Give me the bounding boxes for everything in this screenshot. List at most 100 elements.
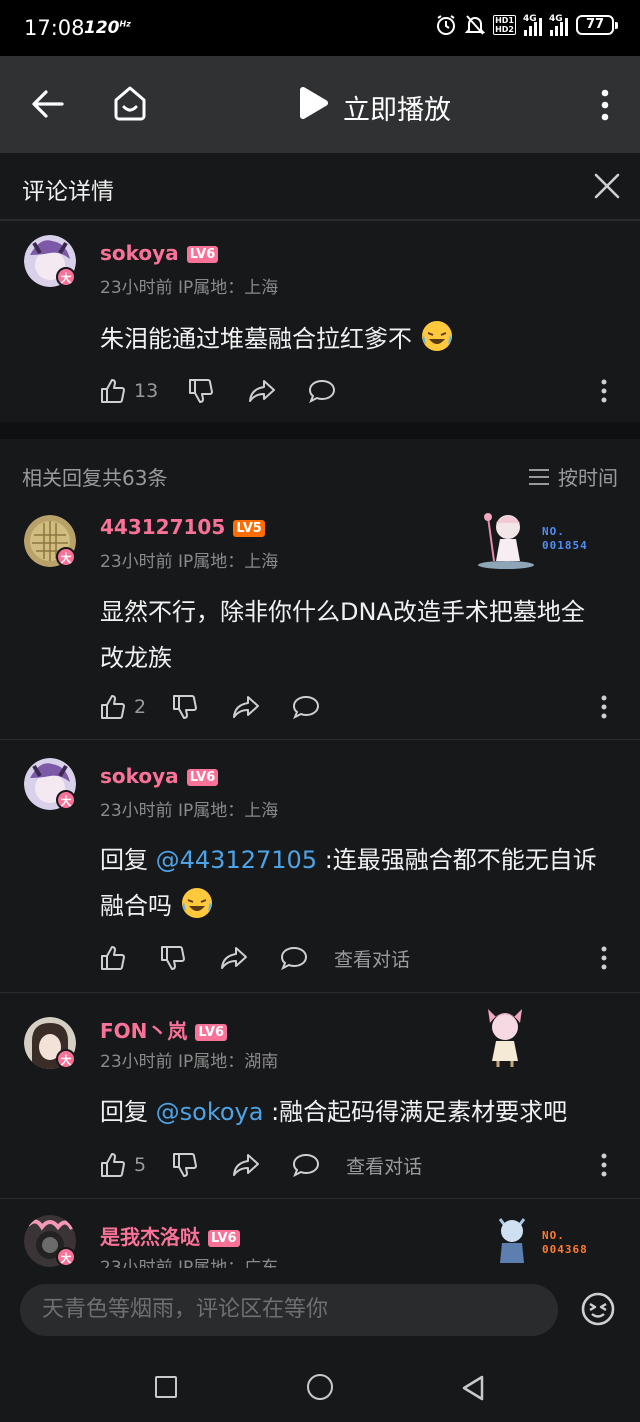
- like-count: 13: [134, 380, 159, 402]
- mute-bell-icon: [465, 15, 486, 35]
- vip-badge: 大: [56, 267, 76, 287]
- dislike-button[interactable]: [188, 378, 214, 404]
- avatar[interactable]: 大: [24, 515, 76, 567]
- more-options-icon[interactable]: [598, 695, 610, 719]
- comment-meta: 23小时前 IP属地：上海: [100, 552, 279, 572]
- signal-icon-2: 4G: [549, 14, 568, 36]
- comment-actions: 5 查看对话: [100, 1149, 422, 1181]
- share-button[interactable]: [232, 694, 260, 720]
- sort-lines-icon: [529, 468, 549, 485]
- fan-badge-character-icon: [478, 513, 534, 569]
- reply-item: 大 443127105 LV5 23小时前 IP属地：上海 NO. 001854 …: [0, 509, 640, 739]
- fan-badge-character-icon: [488, 1009, 522, 1067]
- status-icons: HD1 HD2 4G 4G 77: [435, 14, 618, 36]
- comment-actions: 13: [100, 375, 336, 407]
- mention-link[interactable]: @sokoya: [156, 1098, 264, 1126]
- more-options-icon[interactable]: [598, 946, 610, 970]
- alarm-icon: [437, 15, 456, 35]
- reply-count: 相关回复共63条: [22, 466, 168, 490]
- hd-icon: HD1 HD2: [493, 15, 516, 35]
- vip-badge: 大: [56, 790, 76, 810]
- comment-input[interactable]: 天青色等烟雨，评论区在等你: [20, 1284, 558, 1336]
- avatar[interactable]: 大: [24, 758, 76, 810]
- thumbs-up-icon: [101, 695, 125, 719]
- level-badge: LV6: [208, 1230, 240, 1247]
- more-vertical-icon[interactable]: [598, 88, 612, 122]
- comment-meta: 23小时前 IP属地：上海: [100, 801, 279, 821]
- comment-meta: 23小时前 IP属地：湖南: [100, 1052, 279, 1072]
- emoji-picker-icon[interactable]: [580, 1291, 616, 1327]
- comment-bubble-icon: [309, 379, 336, 404]
- like-count: 2: [134, 696, 147, 718]
- more-options-icon[interactable]: [598, 379, 610, 403]
- username[interactable]: sokoya LV6: [100, 241, 219, 265]
- vip-badge: 大: [56, 1049, 76, 1069]
- sort-label: 按时间: [558, 466, 618, 490]
- comment-actions: 2: [100, 691, 320, 723]
- comment-text: 回复 @443127105 :连最强融合都不能无自诉 融合吗: [100, 846, 597, 920]
- mention-link[interactable]: @443127105: [156, 846, 317, 874]
- refresh-rate: 120Hz: [84, 18, 131, 38]
- username[interactable]: 是我杰洛哒 LV6: [100, 1221, 240, 1250]
- share-icon: [221, 947, 247, 969]
- username[interactable]: FON丶岚 LV6: [100, 1015, 228, 1044]
- play-icon[interactable]: [296, 86, 330, 122]
- section-separator: [0, 422, 640, 439]
- share-button[interactable]: [220, 945, 248, 971]
- top-nav: 立即播放: [0, 56, 640, 153]
- dislike-button[interactable]: [172, 1152, 198, 1178]
- comment-text: 显然不行，除非你什么DNA改造手术把墓地全 改龙族: [100, 598, 585, 672]
- username[interactable]: sokoya LV6: [100, 764, 219, 788]
- reply-button[interactable]: [292, 1152, 320, 1178]
- dislike-button[interactable]: [172, 694, 198, 720]
- dislike-button[interactable]: [160, 945, 186, 971]
- root-comment: 大 sokoya LV6 23小时前 IP属地：上海 朱泪能通过堆墓融合拉红爹不 …: [0, 221, 640, 422]
- avatar[interactable]: 大: [24, 1215, 76, 1267]
- back-triangle-icon[interactable]: [461, 1374, 485, 1402]
- reply-button[interactable]: [280, 945, 308, 971]
- reply-button[interactable]: [292, 694, 320, 720]
- thumbs-down-icon: [189, 379, 214, 403]
- recent-apps-button[interactable]: [155, 1376, 177, 1398]
- status-time: 17:08: [24, 16, 85, 40]
- level-badge: LV6: [186, 246, 219, 263]
- level-badge: LV6: [195, 1024, 228, 1041]
- reply-button[interactable]: [308, 378, 336, 404]
- like-button[interactable]: 5: [100, 1152, 146, 1178]
- comment-bubble-icon: [293, 695, 320, 720]
- like-count: 5: [134, 1154, 147, 1176]
- sort-button[interactable]: 按时间: [528, 462, 618, 491]
- back-arrow-icon[interactable]: [30, 86, 66, 122]
- comment-actions: 查看对话: [100, 942, 410, 974]
- thumbs-down-icon: [161, 946, 185, 970]
- home-button[interactable]: [307, 1374, 333, 1400]
- reply-item: 大 是我杰洛哒 LV6 23小时前 IP属地：广东 NO. 004368: [0, 1199, 640, 1268]
- fan-badge-character-icon: [498, 1218, 526, 1263]
- share-icon: [249, 380, 276, 402]
- vip-badge: 大: [56, 1247, 76, 1267]
- comment-text: 回复 @sokoya :融合起码得满足素材要求吧: [100, 1098, 568, 1126]
- fan-badge-number: NO. 001854: [542, 525, 588, 552]
- like-button[interactable]: 13: [100, 378, 158, 404]
- close-icon[interactable]: [593, 172, 621, 200]
- thumbs-up-icon: [101, 946, 125, 970]
- fan-badge-number: NO. 004368: [542, 1229, 588, 1256]
- view-conversation-link[interactable]: 查看对话: [346, 1152, 422, 1179]
- avatar[interactable]: 大: [24, 235, 76, 287]
- like-button[interactable]: 2: [100, 694, 146, 720]
- share-button[interactable]: [232, 1152, 260, 1178]
- share-button[interactable]: [248, 378, 276, 404]
- signal-icon-1: 4G: [523, 14, 542, 36]
- view-conversation-link[interactable]: 查看对话: [334, 945, 410, 972]
- share-icon: [233, 1154, 260, 1176]
- comment-meta: 23小时前 IP属地：上海: [100, 278, 279, 298]
- like-button[interactable]: [100, 945, 126, 971]
- username[interactable]: 443127105 LV5: [100, 515, 265, 539]
- more-options-icon[interactable]: [598, 1153, 610, 1177]
- avatar[interactable]: 大: [24, 1017, 76, 1069]
- comment-bubble-icon: [280, 946, 308, 971]
- play-now-label[interactable]: 立即播放: [343, 88, 451, 127]
- share-icon: [233, 696, 260, 718]
- home-icon[interactable]: [112, 84, 148, 122]
- reply-item: 大 sokoya LV6 23小时前 IP属地：上海 回复 @443127105 …: [0, 740, 640, 992]
